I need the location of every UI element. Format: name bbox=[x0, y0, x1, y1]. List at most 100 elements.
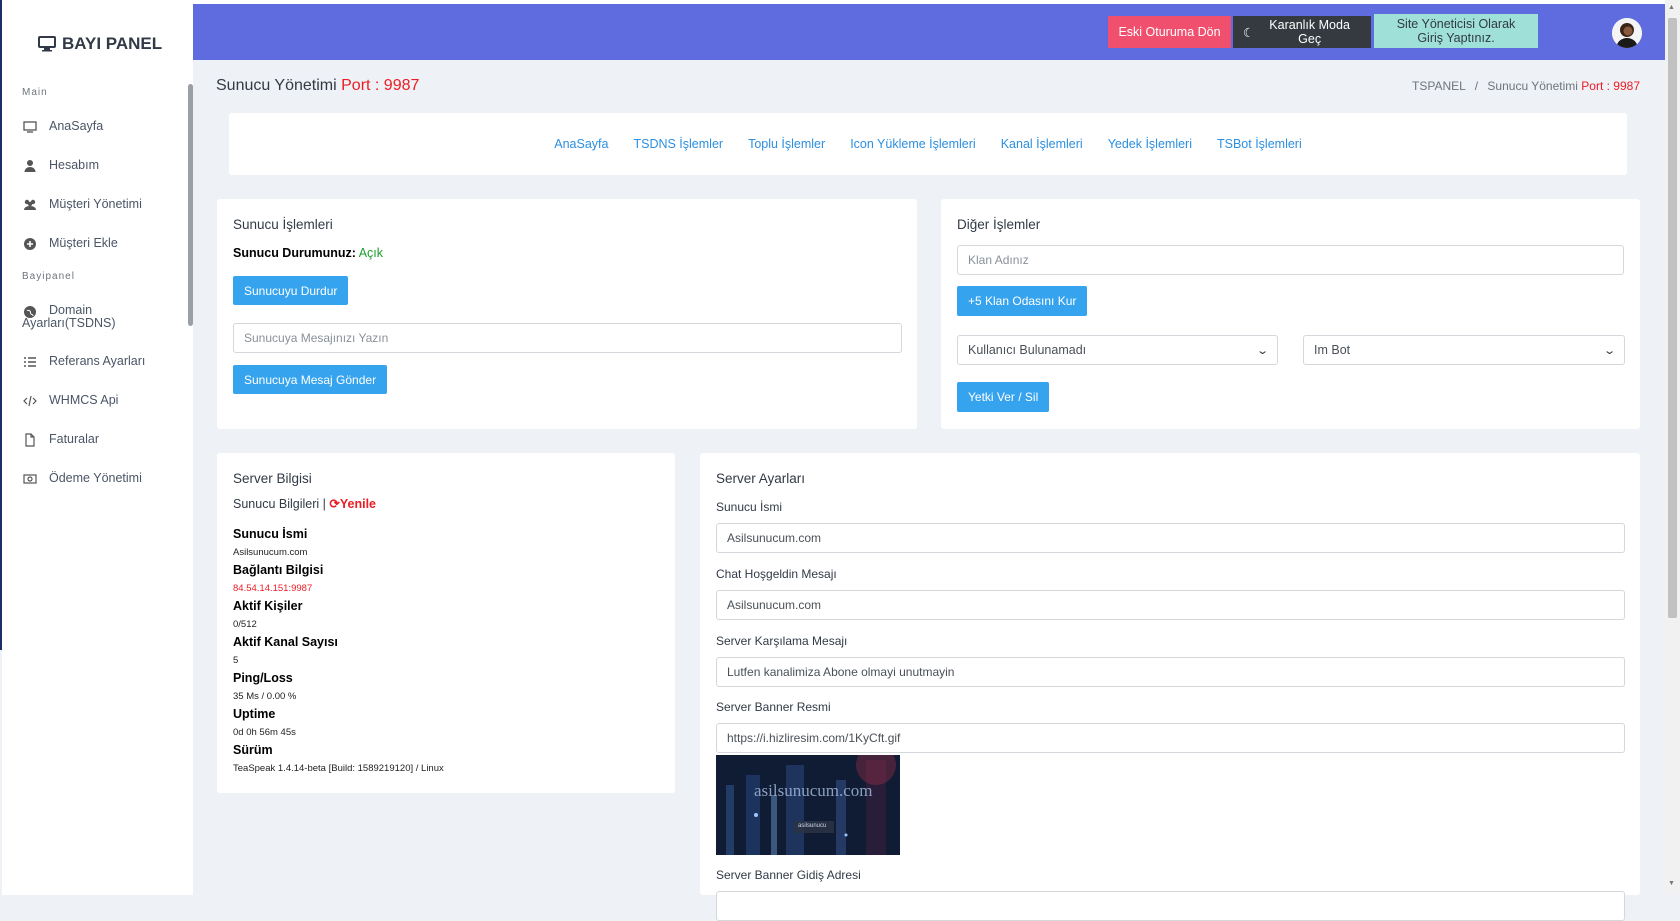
users-icon bbox=[22, 197, 38, 213]
greeting-message-input[interactable] bbox=[716, 657, 1625, 687]
server-nav: AnaSayfa TSDNS İşlemler Toplu İşlemler I… bbox=[229, 113, 1627, 175]
role-select[interactable]: Im Bot ⌄ bbox=[1303, 335, 1625, 365]
banner-link-input[interactable] bbox=[716, 891, 1625, 921]
greeting-message-label: Server Karşılama Mesajı bbox=[716, 634, 848, 648]
user-select[interactable]: Kullanıcı Bulunamadı ⌄ bbox=[957, 335, 1278, 365]
sidebar-item-domain[interactable]: Domain Ayarları(TSDNS) bbox=[22, 304, 182, 330]
info-label-uptime: Uptime bbox=[233, 707, 276, 721]
topbar: Eski Oturuma Dön ☾ Karanlık Moda Geç Sit… bbox=[193, 4, 1665, 60]
nav-link-kanal[interactable]: Kanal İşlemleri bbox=[1001, 137, 1083, 151]
server-info-subtitle-text: Sunucu Bilgileri | bbox=[233, 497, 326, 511]
sidebar-scrollbar[interactable] bbox=[188, 84, 193, 326]
sidebar-item-label: Hesabım bbox=[49, 158, 100, 172]
sidebar-item-whmcs[interactable]: WHMCS Api bbox=[22, 393, 182, 409]
info-value-version: TeaSpeak 1.4.14-beta [Build: 1589219120]… bbox=[233, 763, 444, 774]
sidebar-item-anasayfa[interactable]: AnaSayfa bbox=[22, 119, 182, 135]
chevron-down-icon: ⌄ bbox=[1602, 344, 1616, 357]
brand-logo[interactable]: BAYI PANEL bbox=[38, 34, 162, 54]
nav-link-icon[interactable]: Icon Yükleme İşlemleri bbox=[850, 137, 976, 151]
nav-link-tsbot[interactable]: TSBot İşlemleri bbox=[1217, 137, 1302, 151]
server-message-input[interactable] bbox=[233, 323, 902, 353]
server-info-title: Server Bilgisi bbox=[233, 471, 312, 486]
permission-button[interactable]: Yetki Ver / Sil bbox=[957, 382, 1050, 412]
scroll-up-arrow-icon[interactable]: ▲ bbox=[1668, 4, 1675, 11]
refresh-label: Yenile bbox=[339, 497, 376, 511]
banner-preview-image: asilsunucum.com asilsunucu bbox=[716, 755, 900, 855]
page-title: Sunucu Yönetimi Port : 9987 bbox=[216, 77, 419, 95]
page-title-port: Port : 9987 bbox=[341, 77, 420, 94]
sidebar-item-odeme[interactable]: Ödeme Yönetimi bbox=[22, 471, 182, 487]
nav-link-tsdns[interactable]: TSDNS İşlemler bbox=[633, 137, 723, 151]
server-status: Sunucu Durumunuz: Açık bbox=[233, 246, 383, 260]
other-ops-title: Diğer İşlemler bbox=[957, 217, 1041, 232]
sidebar-item-label: Müşteri Yönetimi bbox=[49, 197, 142, 211]
nav-link-toplu[interactable]: Toplu İşlemler bbox=[748, 137, 825, 151]
monitor-icon bbox=[22, 119, 38, 135]
info-label-connection: Bağlantı Bilgisi bbox=[233, 563, 324, 577]
sidebar-item-referans[interactable]: Referans Ayarları bbox=[22, 354, 182, 370]
banner-image-label: Server Banner Resmi bbox=[716, 700, 831, 714]
banner-image-input[interactable] bbox=[716, 723, 1625, 753]
sidebar-item-label: AnaSayfa bbox=[49, 119, 104, 133]
info-value-ping: 35 Ms / 0.00 % bbox=[233, 691, 297, 702]
breadcrumb-current: Sunucu Yönetimi bbox=[1487, 79, 1578, 93]
nav-link-yedek[interactable]: Yedek İşlemleri bbox=[1108, 137, 1192, 151]
admin-login-badge[interactable]: Site Yöneticisi Olarak Giriş Yaptınız. bbox=[1374, 14, 1538, 48]
sidebar-item-label: Referans Ayarları bbox=[49, 354, 146, 368]
sidebar-item-faturalar[interactable]: Faturalar bbox=[22, 432, 182, 448]
server-name-input[interactable] bbox=[716, 523, 1625, 553]
sidebar-item-musteri-yonetimi[interactable]: Müşteri Yönetimi bbox=[22, 197, 182, 213]
breadcrumb-port: Port : 9987 bbox=[1581, 79, 1640, 93]
server-ops-card: Sunucu İşlemleri Sunucu Durumunuz: Açık … bbox=[217, 199, 917, 429]
create-clan-rooms-button[interactable]: +5 Klan Odasını Kur bbox=[957, 286, 1088, 316]
monitor-icon bbox=[38, 36, 56, 52]
sidebar-item-label: Faturalar bbox=[49, 432, 100, 446]
server-status-value: Açık bbox=[358, 246, 384, 260]
stop-server-button[interactable]: Sunucuyu Durdur bbox=[233, 276, 349, 305]
chevron-down-icon: ⌄ bbox=[1255, 344, 1269, 357]
banner-image-small-text: asilsunucu bbox=[798, 823, 827, 829]
sidebar-item-label: Müşteri Ekle bbox=[49, 236, 118, 250]
plus-circle-icon bbox=[22, 236, 38, 252]
info-label-name: Sunucu İsmi bbox=[233, 527, 308, 541]
file-icon bbox=[22, 432, 38, 448]
info-value-active-users: 0/512 bbox=[233, 619, 257, 630]
role-select-value: Im Bot bbox=[1314, 343, 1351, 357]
info-label-ping: Ping/Loss bbox=[233, 671, 293, 685]
info-value-name: Asilsunucum.com bbox=[233, 547, 308, 558]
user-icon bbox=[22, 158, 38, 174]
info-label-channels: Aktif Kanal Sayısı bbox=[233, 635, 338, 649]
clan-name-input[interactable] bbox=[957, 245, 1624, 275]
page-title-text: Sunucu Yönetimi bbox=[216, 77, 337, 94]
server-ops-title: Sunucu İşlemleri bbox=[233, 217, 333, 232]
info-label-version: Sürüm bbox=[233, 743, 273, 757]
server-info-subtitle: Sunucu Bilgileri | ⟳Yenile bbox=[233, 496, 376, 511]
user-select-value: Kullanıcı Bulunamadı bbox=[968, 343, 1087, 357]
other-ops-card: Diğer İşlemler +5 Klan Odasını Kur Kulla… bbox=[941, 199, 1640, 429]
dark-mode-button[interactable]: ☾ Karanlık Moda Geç bbox=[1233, 16, 1371, 48]
dark-mode-label: Karanlık Moda Geç bbox=[1269, 18, 1350, 46]
sidebar-heading-main: Main bbox=[22, 87, 48, 98]
info-value-uptime: 0d 0h 56m 45s bbox=[233, 727, 296, 738]
return-session-button[interactable]: Eski Oturuma Dön bbox=[1108, 16, 1231, 48]
brand-title: BAYI PANEL bbox=[62, 34, 163, 53]
avatar[interactable] bbox=[1612, 18, 1642, 48]
server-status-label: Sunucu Durumunuz: bbox=[233, 246, 356, 260]
refresh-link[interactable]: ⟳Yenile bbox=[329, 497, 376, 511]
scroll-down-arrow-icon[interactable]: ▼ bbox=[1668, 880, 1675, 887]
code-icon bbox=[22, 393, 38, 409]
list-icon bbox=[22, 354, 38, 370]
sidebar-item-musteri-ekle[interactable]: Müşteri Ekle bbox=[22, 236, 182, 252]
sidebar-heading-bayipanel: Bayipanel bbox=[22, 271, 75, 282]
server-settings-card: Server Ayarları Sunucu İsmi Chat Hoşgeld… bbox=[700, 453, 1640, 921]
welcome-message-input[interactable] bbox=[716, 590, 1625, 620]
breadcrumb-root[interactable]: TSPANEL bbox=[1412, 79, 1465, 93]
info-value-connection: 84.54.14.151:9987 bbox=[233, 583, 313, 594]
breadcrumb: TSPANEL / Sunucu Yönetimi Port : 9987 bbox=[1412, 79, 1640, 93]
page-scrollbar-thumb[interactable] bbox=[1668, 18, 1677, 618]
server-name-label: Sunucu İsmi bbox=[716, 500, 783, 514]
nav-link-anasayfa[interactable]: AnaSayfa bbox=[554, 137, 608, 151]
server-info-card: Server Bilgisi Sunucu Bilgileri | ⟳Yenil… bbox=[217, 453, 675, 793]
sidebar-item-hesabim[interactable]: Hesabım bbox=[22, 158, 182, 174]
send-message-button[interactable]: Sunucuya Mesaj Gönder bbox=[233, 365, 388, 394]
